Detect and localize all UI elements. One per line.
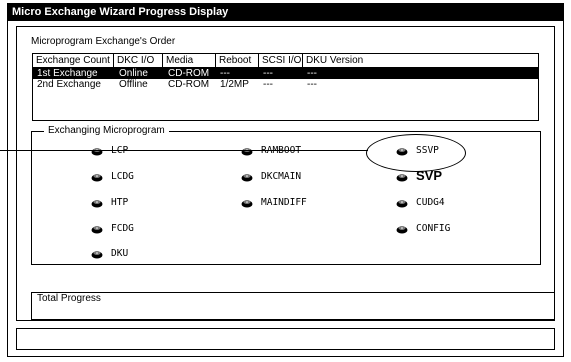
column-header-scsi-io[interactable]: SCSI I/O bbox=[259, 54, 303, 67]
cell-scsi-io: --- bbox=[263, 68, 273, 79]
column-header-dku-version[interactable]: DKU Version bbox=[303, 54, 373, 67]
column-header-media[interactable]: Media bbox=[163, 54, 216, 67]
disk-icon bbox=[91, 199, 103, 207]
disk-icon bbox=[91, 250, 103, 258]
total-progress-bar bbox=[31, 292, 555, 320]
disk-icon bbox=[396, 199, 408, 207]
microprogram-item-dku: DKU bbox=[91, 247, 128, 261]
microprogram-item-ramboot: RAMBOOT bbox=[241, 144, 301, 158]
order-label: Microprogram Exchange's Order bbox=[31, 36, 176, 47]
microprogram-label: CONFIG bbox=[416, 223, 451, 234]
callout-ellipse bbox=[366, 134, 466, 172]
microprogram-label: HTP bbox=[111, 197, 129, 208]
status-bar bbox=[16, 328, 555, 350]
column-header-exchange-count[interactable]: Exchange Count bbox=[33, 54, 114, 67]
callout-leader-line bbox=[0, 150, 368, 151]
microprogram-label: CUDG4 bbox=[416, 197, 445, 208]
microprogram-item-lcp: LCP bbox=[91, 144, 128, 158]
disk-icon bbox=[91, 225, 103, 233]
microprogram-item-lcdg: LCDG bbox=[91, 170, 134, 184]
cell-dkc-io: Online bbox=[119, 68, 148, 79]
exchanging-microprogram-label: Exchanging Microprogram bbox=[44, 125, 169, 136]
microprogram-label: DKCMAIN bbox=[261, 171, 302, 182]
column-header-dkc-io[interactable]: DKC I/O bbox=[114, 54, 163, 67]
table-row[interactable]: 2nd Exchange Offline CD-ROM 1/2MP --- --… bbox=[33, 79, 538, 90]
cell-reboot: 1/2MP bbox=[220, 79, 249, 90]
cell-dku-version: --- bbox=[307, 79, 317, 90]
cell-media: CD-ROM bbox=[168, 68, 210, 79]
cell-exchange-count: 2nd Exchange bbox=[37, 79, 101, 90]
table-header: Exchange Count DKC I/O Media Reboot SCSI… bbox=[33, 54, 538, 68]
cell-reboot: --- bbox=[220, 68, 230, 79]
table-row[interactable]: 1st Exchange Online CD-ROM --- --- --- bbox=[33, 68, 538, 79]
cell-dkc-io: Offline bbox=[119, 79, 148, 90]
cell-media: CD-ROM bbox=[168, 79, 210, 90]
microprogram-item-htp: HTP bbox=[91, 196, 128, 210]
microprogram-item-cudg4: CUDG4 bbox=[396, 196, 445, 210]
microprogram-label: FCDG bbox=[111, 223, 134, 234]
microprogram-item-dkcmain: DKCMAIN bbox=[241, 170, 301, 184]
disk-icon bbox=[396, 225, 408, 233]
microprogram-item-maindiff: MAINDIFF bbox=[241, 196, 307, 210]
disk-icon bbox=[91, 173, 103, 181]
microprogram-label: LCDG bbox=[111, 171, 134, 182]
exchange-order-table[interactable]: Exchange Count DKC I/O Media Reboot SCSI… bbox=[32, 53, 539, 121]
microprogram-item-config: CONFIG bbox=[396, 222, 450, 236]
window-title: Micro Exchange Wizard Progress Display bbox=[8, 4, 563, 21]
wizard-window: Micro Exchange Wizard Progress Display M… bbox=[7, 3, 564, 357]
disk-icon bbox=[396, 173, 408, 182]
microprogram-item-fcdg: FCDG bbox=[91, 222, 134, 236]
microprogram-label: MAINDIFF bbox=[261, 197, 307, 208]
disk-icon bbox=[241, 199, 253, 207]
disk-icon bbox=[241, 173, 253, 181]
column-header-reboot[interactable]: Reboot bbox=[216, 54, 259, 67]
cell-exchange-count: 1st Exchange bbox=[37, 68, 98, 79]
cell-dku-version: --- bbox=[307, 68, 317, 79]
cell-scsi-io: --- bbox=[263, 79, 273, 90]
microprogram-label: DKU bbox=[111, 248, 129, 259]
